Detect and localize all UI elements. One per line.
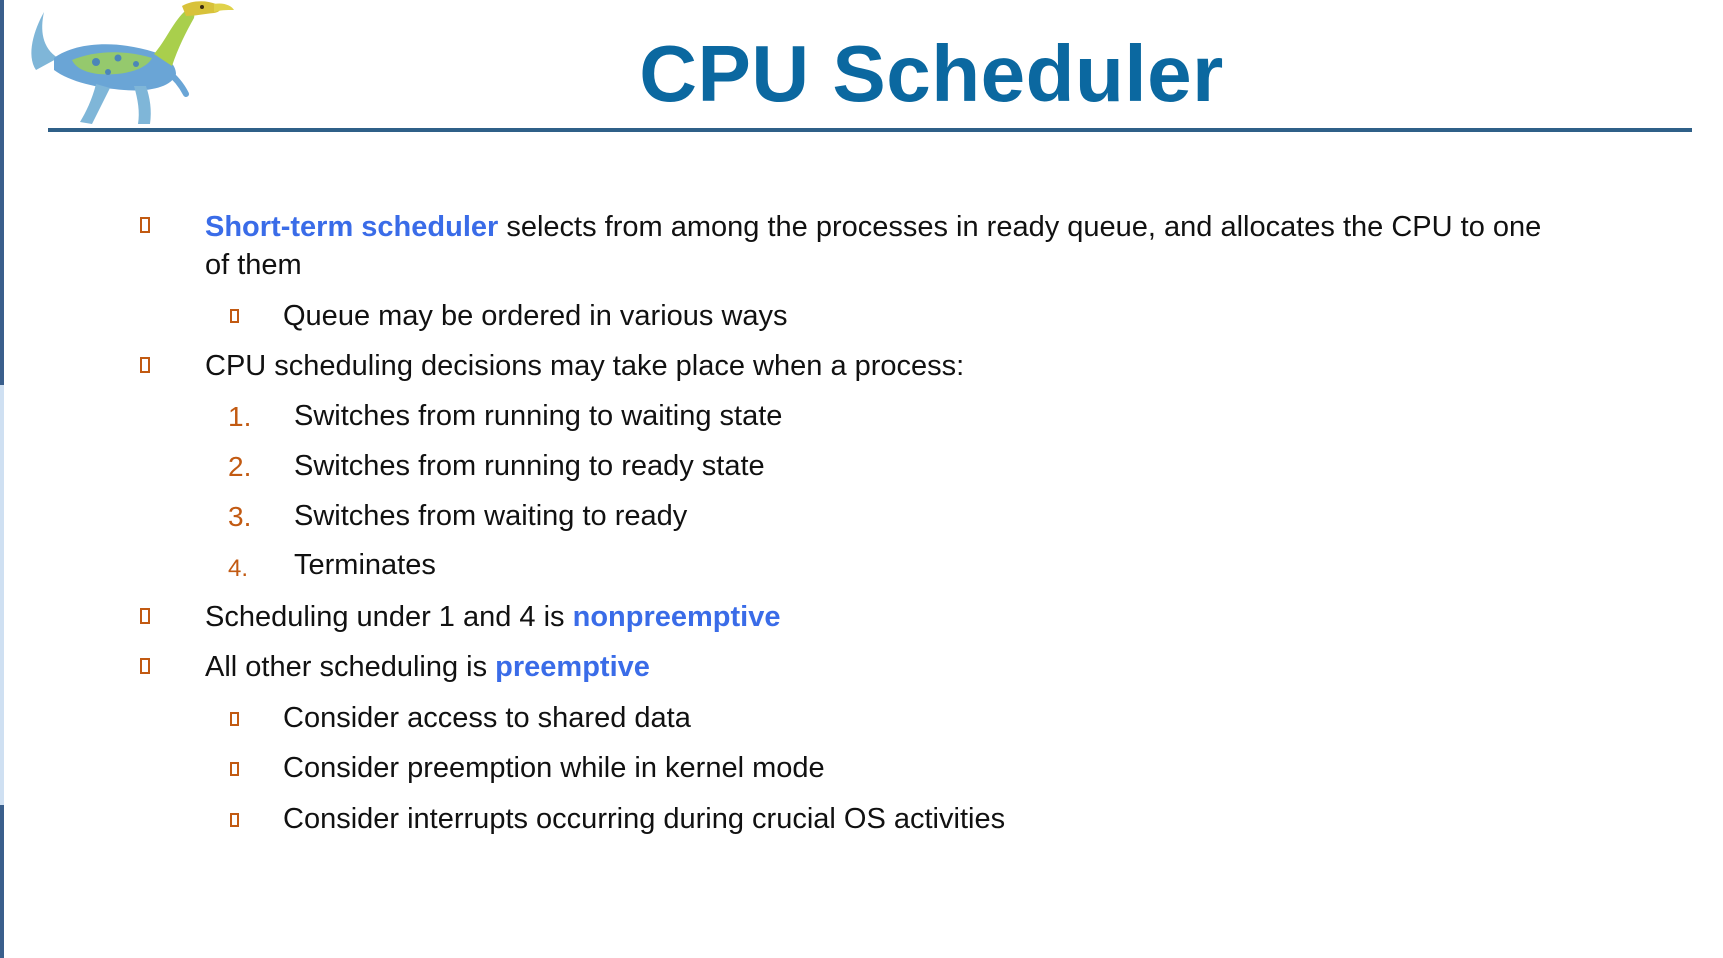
numbered-item: Terminates xyxy=(294,549,436,581)
slide-left-edge-highlight xyxy=(0,385,4,805)
sub-bullet-queue-order: Queue may be ordered in various ways xyxy=(283,300,788,332)
list-number: 4. xyxy=(228,555,249,582)
bullet-text: Scheduling under 1 and 4 is xyxy=(205,601,573,633)
sub-bullet-shared-data: Consider access to shared data xyxy=(283,702,691,734)
list-number: 1. xyxy=(228,401,252,432)
bullet-marker xyxy=(140,357,150,373)
bullet-nonpreemptive: Scheduling under 1 and 4 is nonpreemptiv… xyxy=(205,598,780,636)
term-nonpreemptive: nonpreemptive xyxy=(572,601,781,633)
bullet-marker xyxy=(140,608,150,624)
sub-bullet-kernel-mode: Consider preemption while in kernel mode xyxy=(283,752,825,784)
bullet-short-term-scheduler: Short-term scheduler selects from among … xyxy=(205,208,1541,246)
sub-bullet-marker xyxy=(230,309,239,323)
bullet-text: All other scheduling is xyxy=(205,651,496,683)
list-number: 2. xyxy=(228,451,252,482)
bullet-marker xyxy=(140,658,150,674)
sub-bullet-marker xyxy=(230,712,239,726)
numbered-item: Switches from waiting to ready xyxy=(294,500,688,532)
sub-bullet-marker xyxy=(230,813,239,827)
title-underline xyxy=(48,128,1692,132)
term-preemptive: preemptive xyxy=(495,651,650,683)
bullet-marker xyxy=(140,217,150,233)
numbered-item: Switches from running to ready state xyxy=(294,450,765,482)
sub-bullet-marker xyxy=(230,762,239,776)
bullet-decisions: CPU scheduling decisions may take place … xyxy=(205,350,965,382)
list-number: 3. xyxy=(228,501,252,532)
slide-title: CPU Scheduler xyxy=(639,29,1224,118)
term-short-term-scheduler: Short-term scheduler xyxy=(205,211,499,243)
sub-bullet-interrupts: Consider interrupts occurring during cru… xyxy=(283,803,1006,835)
bullet-preemptive: All other scheduling is preemptive xyxy=(205,648,650,686)
bullet-text: selects from among the processes in read… xyxy=(498,211,1542,243)
bullet-continuation: of them xyxy=(205,249,302,281)
numbered-item: Switches from running to waiting state xyxy=(294,400,783,432)
